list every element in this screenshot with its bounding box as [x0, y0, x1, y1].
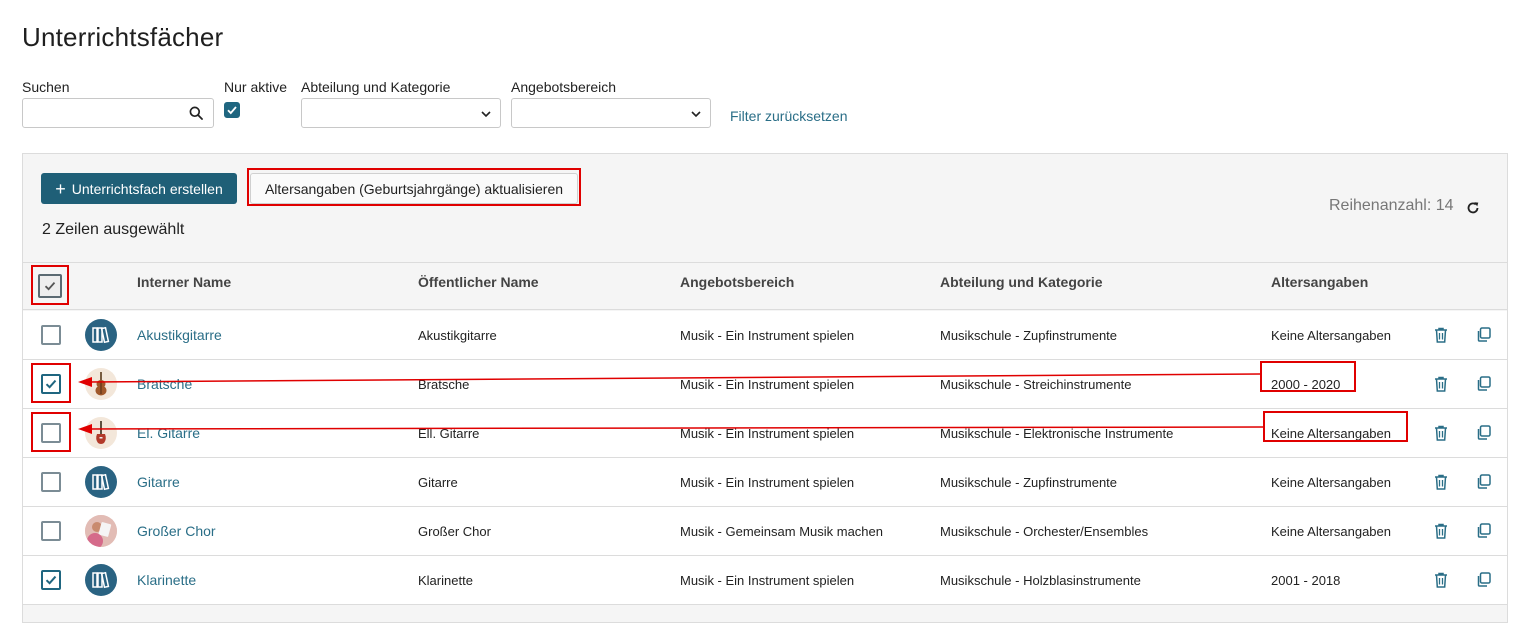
table-row[interactable]: Klarinette Klarinette Musik - Ein Instru…: [23, 556, 1507, 605]
row-checkbox[interactable]: [41, 521, 61, 541]
internal-name-link[interactable]: Akustikgitarre: [137, 327, 222, 343]
offer-area: Musik - Gemeinsam Musik machen: [680, 524, 883, 539]
table-row[interactable]: Gitarre Gitarre Musik - Ein Instrument s…: [23, 458, 1507, 507]
public-name: Akustikgitarre: [418, 328, 497, 343]
subject-avatar: [85, 515, 117, 547]
internal-name-link[interactable]: Großer Chor: [137, 523, 216, 539]
internal-name-link[interactable]: El. Gitarre: [137, 425, 200, 441]
row-checkbox[interactable]: [41, 325, 61, 345]
table-row[interactable]: Akustikgitarre Akustikgitarre Musik - Ei…: [23, 311, 1507, 360]
column-header-public-name[interactable]: Öffentlicher Name: [418, 274, 539, 290]
selected-rows-text: 2 Zeilen ausgewählt: [42, 221, 185, 238]
create-subject-button[interactable]: + Unterrichtsfach erstellen: [41, 173, 237, 204]
trash-icon[interactable]: [1434, 474, 1448, 490]
offer-area: Musik - Ein Instrument spielen: [680, 426, 855, 441]
offer-area-filter-label: Angebotsbereich: [511, 79, 617, 95]
internal-name-link[interactable]: Bratsche: [137, 376, 192, 392]
checkmark-icon: [45, 575, 57, 585]
trash-icon[interactable]: [1434, 376, 1448, 392]
viola-icon: [95, 372, 107, 396]
filter-reset-link[interactable]: Filter zurücksetzen: [730, 108, 847, 124]
subject-avatar: [85, 319, 117, 351]
age-info: Keine Altersangaben: [1271, 524, 1391, 539]
age-info: 2001 - 2018: [1271, 573, 1341, 588]
department-select[interactable]: [301, 98, 501, 128]
book-icon: [92, 473, 110, 491]
offer-area: Musik - Ein Instrument spielen: [680, 573, 855, 588]
offer-area: Musik - Ein Instrument spielen: [680, 377, 855, 392]
offer-area: Musik - Ein Instrument spielen: [680, 328, 855, 343]
annotation-box-select-all: [31, 265, 69, 305]
refresh-icon[interactable]: [1466, 201, 1480, 215]
subject-avatar: [85, 417, 117, 449]
department-filter-label: Abteilung und Kategorie: [301, 79, 451, 95]
search-icon[interactable]: [189, 106, 203, 120]
annotation-box-row-checkbox: [31, 412, 71, 452]
chevron-down-icon: [691, 111, 701, 118]
trash-icon[interactable]: [1434, 425, 1448, 441]
public-name: Gitarre: [418, 475, 458, 490]
subject-avatar: [85, 368, 117, 400]
column-header-internal-name[interactable]: Interner Name: [137, 274, 231, 290]
checkmark-icon: [227, 106, 237, 115]
copy-icon[interactable]: [1476, 474, 1491, 489]
column-header-age-info[interactable]: Altersangaben: [1271, 274, 1368, 290]
search-label: Suchen: [22, 79, 70, 95]
column-header-offer-area[interactable]: Angebotsbereich: [680, 274, 794, 290]
column-header-department[interactable]: Abteilung und Kategorie: [940, 274, 1103, 290]
only-active-label: Nur aktive: [224, 79, 288, 95]
offer-area-select[interactable]: [511, 98, 711, 128]
table-header: Interner Name Öffentlicher Name Angebots…: [23, 262, 1507, 310]
department: Musikschule - Zupfinstrumente: [940, 475, 1118, 490]
subject-avatar: [85, 466, 117, 498]
copy-icon[interactable]: [1476, 376, 1491, 391]
public-name: Bratsche: [418, 377, 470, 392]
copy-icon[interactable]: [1476, 523, 1491, 538]
trash-icon[interactable]: [1434, 523, 1448, 539]
public-name: Klarinette: [418, 573, 473, 588]
annotation-box-row-checkbox: [31, 363, 71, 403]
offer-area: Musik - Ein Instrument spielen: [680, 475, 855, 490]
copy-icon[interactable]: [1476, 572, 1491, 587]
electric-guitar-icon: [96, 421, 106, 444]
row-checkbox[interactable]: [41, 570, 61, 590]
public-name: Großer Chor: [418, 524, 491, 539]
table-row[interactable]: Großer Chor Großer Chor Musik - Gemeinsa…: [23, 507, 1507, 556]
search-input-wrapper[interactable]: [22, 98, 214, 128]
internal-name-link[interactable]: Gitarre: [137, 474, 180, 490]
internal-name-link[interactable]: Klarinette: [137, 572, 196, 588]
chevron-down-icon: [481, 111, 491, 118]
search-input[interactable]: [27, 100, 187, 126]
department: Musikschule - Elektronische Instrumente: [940, 426, 1174, 441]
age-info: Keine Altersangaben: [1271, 328, 1391, 343]
trash-icon[interactable]: [1434, 327, 1448, 343]
public-name: Ell. Gitarre: [418, 426, 480, 441]
plus-icon: +: [55, 178, 66, 199]
subject-avatar: [85, 564, 117, 596]
create-subject-button-label: Unterrichtsfach erstellen: [71, 180, 223, 197]
choir-photo: [85, 515, 117, 547]
only-active-checkbox[interactable]: [224, 102, 240, 118]
department: Musikschule - Streichinstrumente: [940, 377, 1132, 392]
book-icon: [92, 571, 110, 589]
copy-icon[interactable]: [1476, 425, 1491, 440]
copy-icon[interactable]: [1476, 327, 1491, 342]
row-checkbox[interactable]: [41, 472, 61, 492]
annotation-box-age-value: [1263, 411, 1408, 442]
annotation-box-age-value: [1260, 361, 1356, 392]
department: Musikschule - Zupfinstrumente: [940, 328, 1118, 343]
page-title: Unterrichtsfächer: [22, 22, 224, 52]
department: Musikschule - Holzblasinstrumente: [940, 573, 1141, 588]
age-info: Keine Altersangaben: [1271, 475, 1391, 490]
department: Musikschule - Orchester/Ensembles: [940, 524, 1149, 539]
trash-icon[interactable]: [1434, 572, 1448, 588]
row-count-text: Reihenanzahl: 14: [1329, 197, 1454, 214]
annotation-box-update-button: [247, 168, 581, 206]
book-icon: [92, 326, 110, 344]
